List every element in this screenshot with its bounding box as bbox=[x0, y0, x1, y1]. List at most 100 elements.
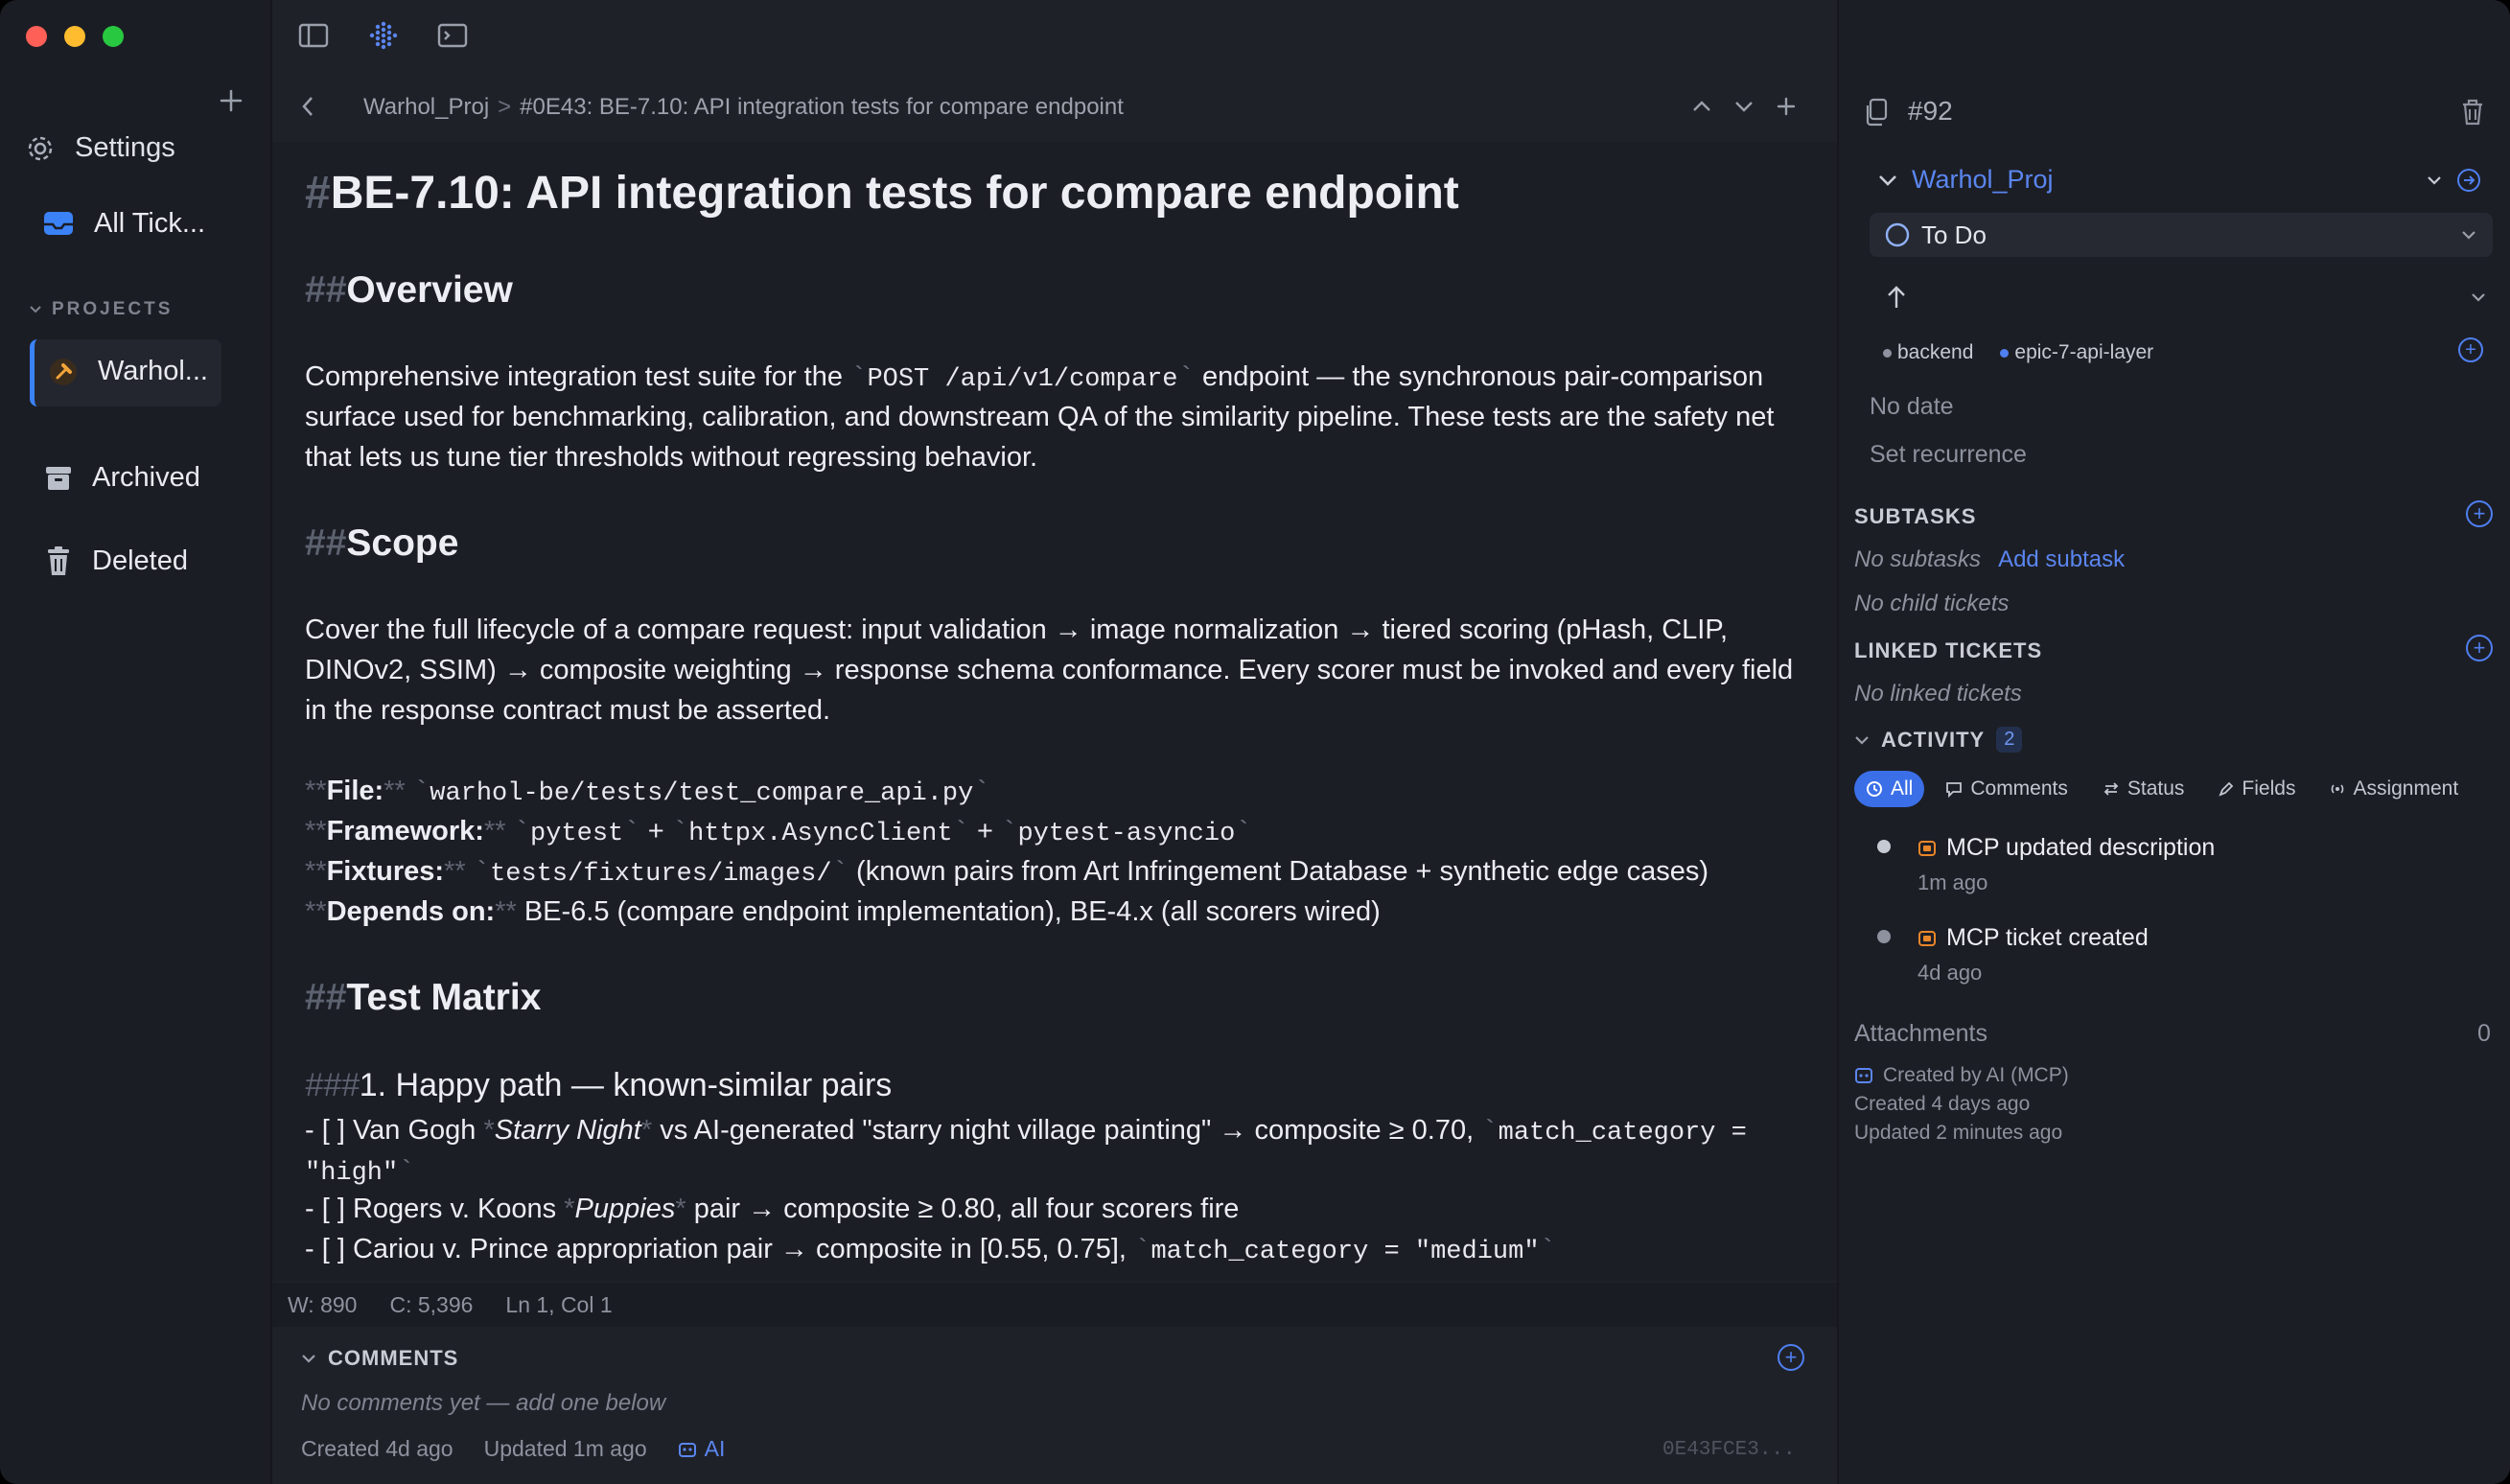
gear-icon bbox=[25, 133, 56, 164]
bold-marker: ** bbox=[483, 816, 506, 846]
recurrence-field[interactable]: Set recurrence bbox=[1870, 441, 2027, 469]
close-window-button[interactable] bbox=[26, 26, 47, 47]
text: pair → composite ≥ 0.80, all four scorer… bbox=[686, 1194, 1240, 1224]
text: Comprehensive integration test suite for… bbox=[305, 361, 851, 392]
scope-line-3[interactable]: in the response contract must be asserte… bbox=[305, 690, 830, 730]
heading-marker: # bbox=[305, 168, 331, 219]
heading-marker: ## bbox=[305, 269, 347, 311]
add-subtask-icon[interactable]: + bbox=[2466, 500, 2493, 527]
filter-label: Assignment bbox=[2353, 777, 2459, 800]
overview-line-2[interactable]: surface used for benchmarking, calibrati… bbox=[305, 397, 1774, 437]
add-icon[interactable] bbox=[1776, 96, 1797, 117]
bold-marker: ** bbox=[305, 896, 327, 927]
page-title[interactable]: #BE-7.10: API integration tests for comp… bbox=[305, 165, 1459, 222]
sidebar-toggle-icon[interactable] bbox=[298, 23, 329, 48]
trash-icon[interactable] bbox=[2460, 98, 2485, 127]
overview-heading[interactable]: ##Overview bbox=[305, 267, 513, 314]
add-subtask-link[interactable]: Add subtask bbox=[1998, 546, 2125, 573]
happy-path-heading[interactable]: ###1. Happy path — known-similar pairs bbox=[305, 1064, 892, 1106]
arrow-right-circle-icon[interactable] bbox=[2456, 168, 2481, 193]
sidebar-item-label: Warhol... bbox=[98, 356, 208, 386]
circle-status-icon bbox=[1885, 222, 1910, 247]
chevron-up-icon[interactable] bbox=[1691, 96, 1712, 117]
code-marker: ` bbox=[1539, 1235, 1556, 1266]
arrow-up-icon bbox=[1885, 284, 1908, 311]
project-select[interactable]: Warhol_Proj bbox=[1877, 165, 2481, 195]
scope-heading[interactable]: ##Scope bbox=[305, 520, 458, 568]
code-marker: ` bbox=[1235, 817, 1252, 848]
timeline-dot bbox=[1877, 930, 1891, 943]
due-date-field[interactable]: No date bbox=[1870, 393, 1954, 421]
sidebar-item-all-tickets[interactable]: All Tick... bbox=[42, 207, 205, 240]
depends-line[interactable]: **Depends on:** BE-6.5 (compare endpoint… bbox=[305, 892, 1381, 932]
italic-text: Puppies bbox=[574, 1194, 676, 1224]
created-text: Created 4d ago bbox=[301, 1436, 453, 1461]
scope-line-2[interactable]: DINOv2, SSIM) → composite weighting → re… bbox=[305, 650, 1793, 690]
text: - [ ] Van Gogh bbox=[305, 1115, 484, 1146]
tag-chip[interactable]: epic-7-api-layer bbox=[2000, 341, 2153, 364]
sidebar-item-project-warhol[interactable]: Warhol... bbox=[30, 339, 221, 406]
chevron-down-icon[interactable] bbox=[1733, 96, 1755, 117]
back-chevron-icon[interactable] bbox=[299, 94, 316, 119]
sidebar-item-archived[interactable]: Archived bbox=[44, 462, 200, 494]
filter-fields-chip[interactable]: Fields bbox=[2205, 771, 2309, 807]
overview-line-3[interactable]: that lets us tune tier thresholds withou… bbox=[305, 437, 1037, 477]
activity-header[interactable]: ACTIVITY 2 bbox=[1854, 727, 2023, 753]
chevron-down-icon bbox=[1854, 732, 1870, 748]
comments-header[interactable]: COMMENTS bbox=[301, 1346, 458, 1371]
checklist-item-continuation[interactable]: "high"` bbox=[305, 1150, 415, 1194]
italic-marker: * bbox=[564, 1194, 575, 1224]
attachments-count: 0 bbox=[2477, 1020, 2491, 1047]
code-marker: ` bbox=[1001, 817, 1018, 848]
add-comment-button[interactable]: + bbox=[1778, 1344, 1804, 1371]
activity-title: ACTIVITY bbox=[1881, 727, 1986, 752]
file-line[interactable]: **File:** `warhol-be/tests/test_compare_… bbox=[305, 771, 990, 814]
no-linked-text: No linked tickets bbox=[1854, 681, 2022, 707]
cursor-position: Ln 1, Col 1 bbox=[505, 1291, 613, 1317]
graph-icon[interactable] bbox=[368, 20, 399, 51]
bold-marker: ** bbox=[305, 816, 327, 846]
fixtures-line[interactable]: **Fixtures:** `tests/fixtures/images/` (… bbox=[305, 851, 1708, 894]
priority-select[interactable] bbox=[1885, 284, 2487, 311]
minimize-window-button[interactable] bbox=[64, 26, 85, 47]
add-linked-icon[interactable]: + bbox=[2466, 635, 2493, 661]
checklist-item[interactable]: - [ ] Rogers v. Koons *Puppies* pair → c… bbox=[305, 1189, 1239, 1229]
add-icon[interactable] bbox=[219, 88, 244, 113]
zoom-window-button[interactable] bbox=[103, 26, 124, 47]
checklist-item[interactable]: - [ ] Van Gogh *Starry Night* vs AI-gene… bbox=[305, 1110, 1747, 1153]
created-text: Created 4 days ago bbox=[1854, 1093, 2031, 1115]
code-marker: ` bbox=[831, 857, 848, 889]
heading-marker: ## bbox=[305, 522, 347, 564]
tag-chip[interactable]: backend bbox=[1883, 341, 1973, 364]
sidebar-item-settings[interactable]: Settings bbox=[25, 132, 175, 164]
updated-text: Updated 1m ago bbox=[483, 1436, 647, 1461]
code-marker: ` bbox=[671, 817, 689, 848]
signal-icon bbox=[2330, 781, 2345, 797]
test-matrix-heading[interactable]: ##Test Matrix bbox=[305, 974, 541, 1022]
filter-comments-chip[interactable]: Comments bbox=[1932, 771, 2081, 807]
ai-badge: AI bbox=[678, 1436, 725, 1462]
framework-line[interactable]: **Framework:** `pytest` + `httpx.AsyncCl… bbox=[305, 811, 1252, 854]
sidebar-item-deleted[interactable]: Deleted bbox=[44, 545, 188, 577]
terminal-icon[interactable] bbox=[437, 23, 468, 48]
attachments-label[interactable]: Attachments bbox=[1854, 1020, 1987, 1048]
filter-all-chip[interactable]: All bbox=[1854, 771, 1925, 807]
linked-tickets-header: LINKED TICKETS bbox=[1854, 638, 2043, 662]
status-value: To Do bbox=[1921, 220, 1987, 249]
bold-marker: ** bbox=[383, 776, 406, 806]
text: endpoint — the synchronous pair-comparis… bbox=[1194, 361, 1764, 392]
breadcrumb-project[interactable]: Warhol_Proj bbox=[363, 94, 489, 121]
copy-icon[interactable] bbox=[1864, 98, 1889, 127]
overview-line-1[interactable]: Comprehensive integration test suite for… bbox=[305, 357, 1763, 400]
scope-line-1[interactable]: Cover the full lifecycle of a compare re… bbox=[305, 610, 1728, 650]
projects-section-header[interactable]: PROJECTS bbox=[29, 299, 173, 320]
status-select[interactable]: To Do bbox=[1870, 213, 2493, 257]
checklist-item[interactable]: - [ ] Cariou v. Prince appropriation pai… bbox=[305, 1229, 1556, 1272]
bold-marker: ** bbox=[305, 776, 327, 806]
filter-status-chip[interactable]: Status bbox=[2089, 771, 2198, 807]
ticket-meta: Created 4d ago Updated 1m ago AI bbox=[301, 1436, 725, 1462]
text: (known pairs from Art Infringement Datab… bbox=[848, 856, 1709, 887]
breadcrumb: Warhol_Proj > #0E43: BE-7.10: API integr… bbox=[363, 94, 1124, 121]
filter-assignments-chip[interactable]: Assignment bbox=[2316, 771, 2458, 807]
add-tag-button[interactable]: + bbox=[2458, 337, 2483, 362]
